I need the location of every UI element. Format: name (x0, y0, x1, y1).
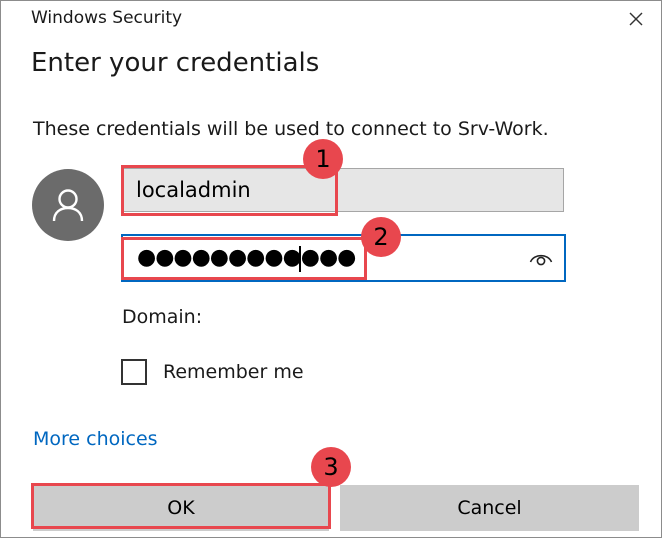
reveal-password-button[interactable] (528, 245, 554, 271)
close-icon (629, 12, 643, 26)
remember-me-checkbox[interactable] (121, 359, 147, 385)
ok-button[interactable]: OK (33, 485, 329, 531)
user-icon (52, 189, 84, 222)
more-choices-link[interactable]: More choices (33, 426, 158, 452)
text-caret (299, 246, 301, 272)
domain-label: Domain: (122, 306, 203, 328)
step-badge-3: 3 (311, 447, 351, 487)
remember-me-option[interactable]: Remember me (121, 357, 304, 387)
username-input[interactable]: localadmin (121, 168, 564, 212)
dialog-heading: Enter your credentials (31, 48, 320, 78)
close-button[interactable] (619, 3, 653, 35)
dialog-description: These credentials will be used to connec… (33, 118, 549, 140)
remember-me-label: Remember me (163, 361, 304, 383)
cancel-button[interactable]: Cancel (340, 485, 639, 531)
avatar (32, 169, 104, 241)
credentials-dialog: Windows Security Enter your credentials … (0, 0, 662, 538)
password-input[interactable]: ●●●●●●●●●●●● (121, 234, 566, 282)
password-masked-value: ●●●●●●●●●●●● (137, 245, 356, 270)
eye-icon (529, 254, 553, 266)
window-title: Windows Security (31, 8, 183, 28)
